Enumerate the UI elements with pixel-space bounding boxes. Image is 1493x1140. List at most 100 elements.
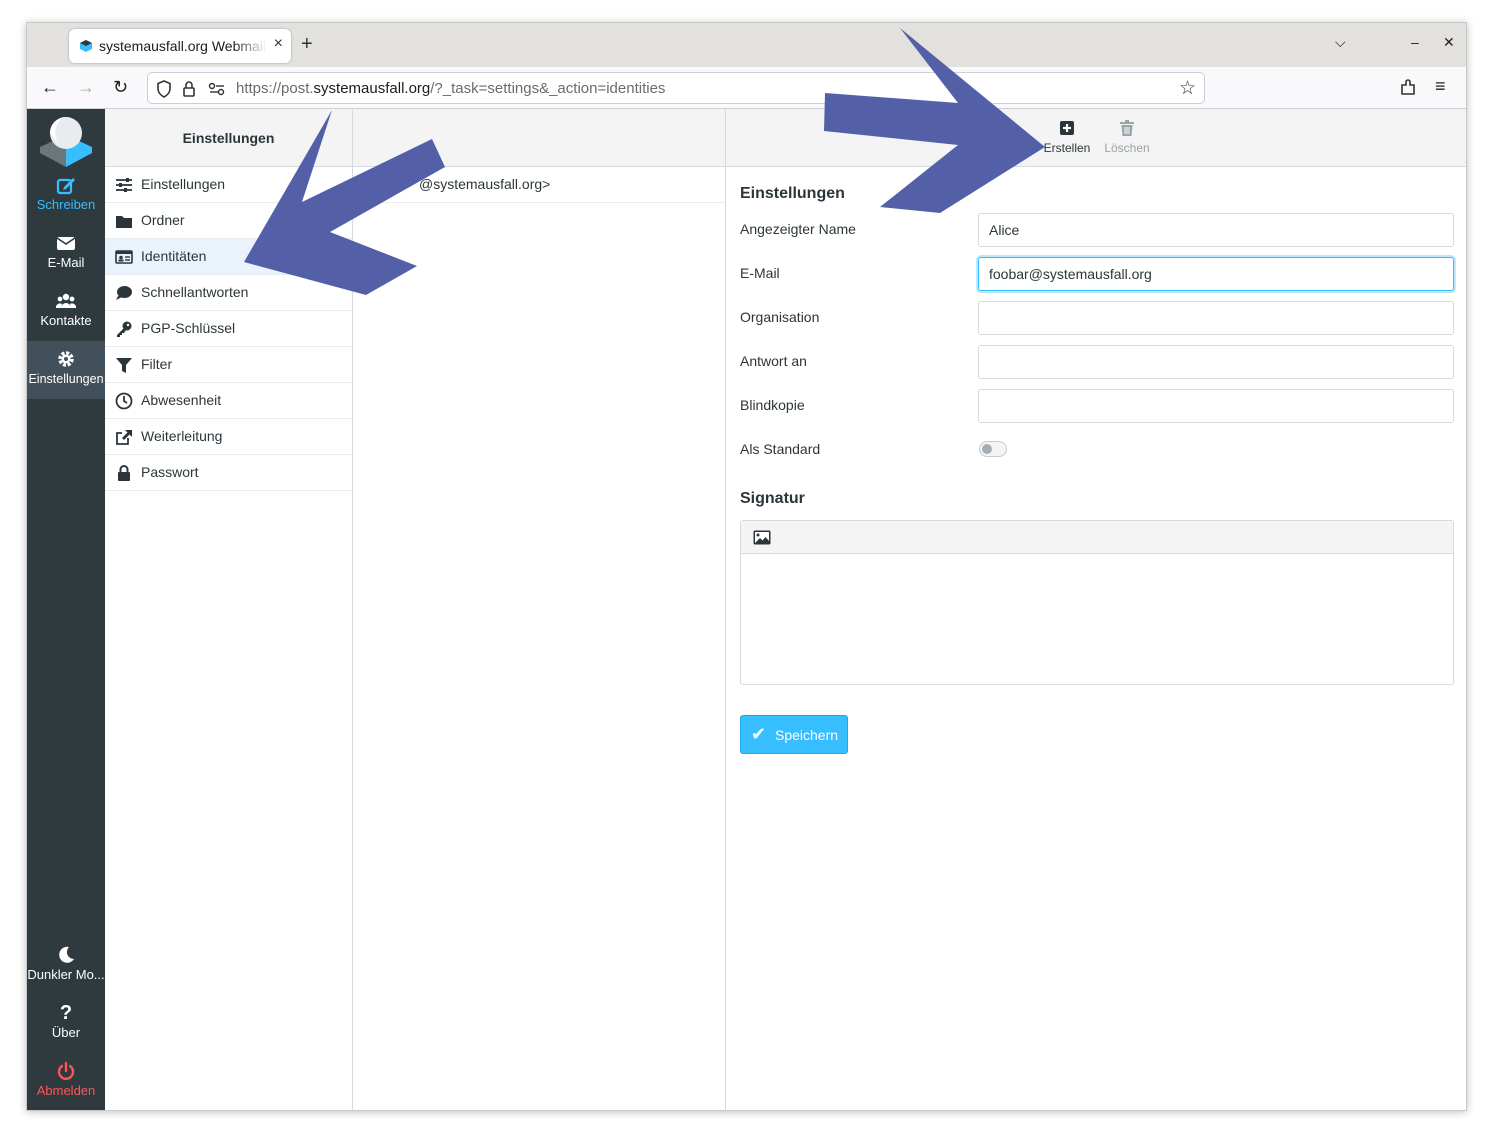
nav-logout[interactable]: Abmelden [27,1053,105,1110]
key-icon [117,321,132,337]
nav-compose[interactable]: Schreiben [27,167,105,225]
question-icon: ? [59,1002,73,1024]
left-navigation: Schreiben E-Mail Kontakte Einstellungen … [27,109,105,1110]
close-window-button[interactable]: ✕ [1443,34,1455,51]
menu-label: Schnellantworten [141,284,249,300]
menu-label: Abwesenheit [141,392,222,408]
back-icon[interactable]: ← [41,77,59,97]
menu-item-filter[interactable]: Filter [105,347,352,383]
extensions-icon[interactable] [1399,79,1417,97]
minimize-button[interactable]: – [1411,34,1419,50]
bcc-input[interactable] [978,389,1454,423]
nav-settings[interactable]: Einstellungen [27,341,105,399]
identities-list: @systemausfall.org> [353,109,726,1110]
signature-toolbar [741,521,1453,554]
users-icon [56,293,76,308]
folder-icon [116,216,132,228]
reload-icon[interactable]: ↻ [113,77,128,97]
gear-icon [58,351,74,367]
clock-icon [115,392,133,410]
share-icon [116,430,132,445]
signature-editor[interactable] [740,520,1454,685]
toggle-knob [982,444,992,454]
create-button[interactable]: Erstellen [1037,119,1097,155]
menu-item-responses[interactable]: Schnellantworten [105,275,352,311]
standard-label: Als Standard [740,441,821,457]
menu-item-identities[interactable]: Identitäten [105,239,352,275]
nav-label-mail: E-Mail [47,255,85,270]
menu-item-pgp-keys[interactable]: PGP-Schlüssel [105,311,352,347]
tab-title: systemausfall.org Webmail [99,38,267,54]
menu-item-password[interactable]: Passwort [105,455,352,491]
settings-header: Einstellungen [105,109,352,167]
url-bar[interactable]: https://post.systemausfall.org/?_task=se… [147,72,1205,104]
organization-input[interactable] [978,301,1454,335]
envelope-icon [56,237,76,250]
nav-label-compose: Schreiben [36,197,96,212]
comment-icon [116,286,132,300]
email-label: E-Mail [740,265,780,281]
nav-dark-mode[interactable]: Dunkler Mo... [27,937,105,995]
settings-sidebar: Einstellungen Einstellungen Ordner Ident… [105,109,353,1110]
menu-item-forwarding[interactable]: Weiterleitung [105,419,352,455]
roundcube-logo-icon[interactable] [40,113,92,169]
image-icon[interactable] [753,530,771,545]
section-title-settings: Einstellungen [740,185,845,202]
list-tabs-button[interactable]: ⌵ [1335,34,1346,51]
nav-contacts[interactable]: Kontakte [27,283,105,341]
compose-icon [56,178,75,195]
trash-icon [1120,120,1134,136]
browser-tab[interactable]: systemausfall.org Webmail × [69,29,291,63]
new-tab-button[interactable]: + [301,33,313,55]
moon-icon [59,946,74,963]
nav-label-contacts: Kontakte [40,313,92,328]
bcc-label: Blindkopie [740,397,805,413]
reply-to-input[interactable] [978,345,1454,379]
identity-edit-panel: Erstellen Löschen Einstellungen Angezeig… [726,109,1466,1110]
standard-toggle[interactable] [979,441,1007,457]
roundcube-favicon-icon [80,40,92,52]
menu-label: Filter [141,356,173,372]
bookmark-star-icon[interactable]: ☆ [1179,77,1196,100]
menu-icon[interactable]: ≡ [1435,76,1446,96]
tab-close-icon[interactable]: × [274,35,283,53]
settings-menu: Einstellungen Ordner Identitäten Schnell… [105,167,352,491]
identity-row[interactable]: @systemausfall.org> [353,167,725,203]
check-icon: ✔ [751,724,767,744]
organization-label: Organisation [740,309,820,325]
nav-label-logout: Abmelden [36,1083,96,1098]
menu-item-folders[interactable]: Ordner [105,203,352,239]
reply-to-label: Antwort an [740,353,807,369]
lock-icon [118,465,130,481]
nav-label-settings: Einstellungen [28,372,104,386]
section-title-signature: Signatur [740,490,805,507]
menu-label: Ordner [141,212,185,228]
create-label: Erstellen [1043,141,1091,155]
forward-icon[interactable]: → [77,77,95,97]
menu-label: Einstellungen [141,176,226,192]
settings-title: Einstellungen [182,130,275,146]
tab-bar: systemausfall.org Webmail × + ⌵ – ✕ [27,23,1466,67]
menu-label: Passwort [141,464,199,480]
nav-mail[interactable]: E-Mail [27,225,105,283]
lock-icon[interactable] [182,80,196,98]
content-toolbar: Erstellen Löschen [726,109,1466,167]
navigation-bar: ← → ↻ https://post.systemausfall.org/?_t… [27,67,1466,109]
nav-about[interactable]: ? Über [27,995,105,1053]
display-name-input[interactable] [978,213,1454,247]
nav-label-dark-mode: Dunkler Mo... [27,967,105,982]
display-name-label: Angezeigter Name [740,221,856,237]
menu-label: PGP-Schlüssel [141,320,236,336]
menu-label: Identitäten [141,248,207,264]
save-label: Speichern [775,727,839,743]
menu-label: Weiterleitung [141,428,223,444]
url-text[interactable]: https://post.systemausfall.org/?_task=se… [236,80,665,97]
save-button[interactable]: ✔ Speichern [740,715,848,754]
nav-label-about: Über [51,1025,81,1040]
menu-item-preferences[interactable]: Einstellungen [105,167,352,203]
shield-icon[interactable] [156,80,172,98]
email-input[interactable] [978,257,1454,291]
delete-button[interactable]: Löschen [1097,119,1157,155]
permissions-icon[interactable] [208,82,226,96]
menu-item-vacation[interactable]: Abwesenheit [105,383,352,419]
